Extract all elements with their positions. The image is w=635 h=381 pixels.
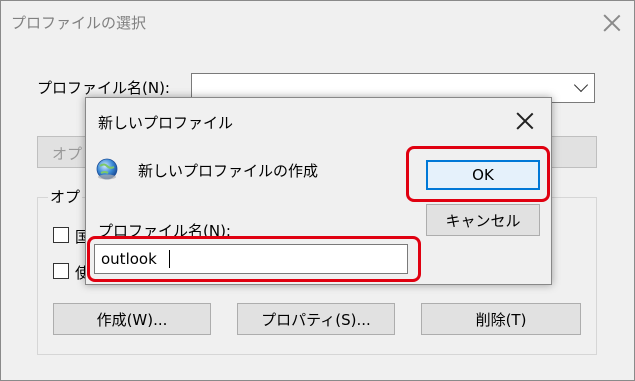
properties-button[interactable]: プロパティ(S)...	[237, 303, 395, 335]
new-profile-icon	[96, 158, 118, 180]
checkbox-option-2[interactable]	[53, 263, 69, 279]
checkbox-option-1[interactable]	[53, 227, 69, 243]
profile-name-label: プロファイル名(N):	[37, 79, 170, 97]
create-button[interactable]: 作成(W)...	[53, 303, 211, 335]
dialog-title: 新しいプロファイル	[98, 114, 234, 132]
ok-button-highlight	[406, 146, 550, 202]
delete-button[interactable]: 削除(T)	[421, 303, 581, 335]
screenshot-root: プロファイルの選択 プロファイル名(N): オプ オプ 国 使 作成(W)...…	[0, 0, 635, 381]
options-button-label: オプ	[52, 145, 83, 163]
options-group-label: オプ	[48, 186, 83, 207]
dialog-heading: 新しいプロファイルの作成	[138, 162, 319, 180]
dialog-close-icon[interactable]	[512, 108, 538, 134]
parent-window-title: プロファイルの選択	[11, 14, 147, 32]
profile-name-input-highlight	[87, 236, 421, 282]
parent-titlebar: プロファイルの選択	[1, 1, 634, 45]
parent-close-icon[interactable]	[599, 10, 625, 36]
chevron-down-icon[interactable]	[570, 76, 592, 100]
cancel-button[interactable]: キャンセル	[426, 204, 540, 236]
